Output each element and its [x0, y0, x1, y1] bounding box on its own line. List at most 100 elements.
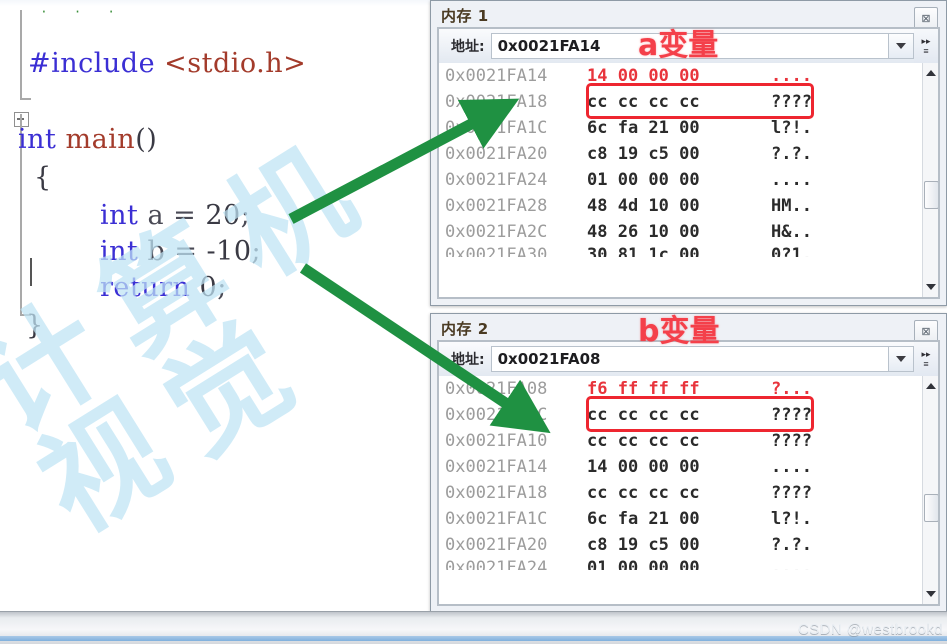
- memory-row[interactable]: 0x0021FA20 c8 19 c5 00?.?.: [439, 532, 922, 558]
- memory-row-address: 0x0021FA14: [445, 66, 548, 86]
- memory-row-ascii: 0?1.: [771, 245, 812, 257]
- memory-row-address: 0x0021FA2C: [445, 222, 548, 242]
- memory-row-address: 0x0021FA20: [445, 144, 548, 164]
- memory-window-1-body: 地址: 0x0021FA14 ▸▸ ≡ 0x0021FA14 14 00 00 0…: [437, 27, 940, 299]
- code-token: }: [26, 310, 44, 341]
- memory-row[interactable]: 0x0021FA30 30 81 1c 00 0?1.: [439, 245, 922, 257]
- memory-row-ascii: H&..: [771, 222, 812, 242]
- memory-row-ascii: ????: [771, 483, 812, 503]
- memory-row-address: 0x0021FA10: [445, 431, 548, 451]
- collapsed-region-dots: · · ·: [40, 4, 125, 19]
- memory-row-address: 0x0021FA30: [445, 245, 548, 257]
- memory-row[interactable]: 0x0021FA1C 6c fa 21 00 l?!.: [439, 115, 922, 141]
- memory-window-1-title: 内存 1: [441, 7, 489, 25]
- annotation-b-variable: b变量: [638, 314, 720, 349]
- code-line-decl-b: int b = -10;: [100, 236, 261, 267]
- memory-row-hex: c8 19 c5 00: [587, 535, 700, 555]
- memory-row-address: 0x0021FA28: [445, 196, 548, 216]
- memory-row-ascii: ????: [771, 431, 812, 451]
- memory-row[interactable]: 0x0021FA2C 48 26 10 00 H&..: [439, 219, 922, 245]
- memory-row-hex: 01 00 00 00: [587, 170, 700, 190]
- close-icon[interactable]: ⊠: [914, 320, 938, 342]
- memory-row-hex: cc cc cc cc: [587, 92, 700, 112]
- scrollbar-thumb[interactable]: [924, 181, 938, 209]
- memory-row-ascii: HM..: [771, 196, 812, 216]
- memory-row-hex: cc cc cc cc: [587, 483, 700, 503]
- code-editor-pane[interactable]: · · · #include <stdio.h> int main() { in…: [0, 0, 436, 612]
- memory-row-hex: c8 19 c5 00: [587, 144, 700, 164]
- memory-row-ascii: ....: [771, 170, 812, 190]
- code-token: {: [34, 162, 52, 193]
- close-icon[interactable]: ⊠: [914, 7, 938, 29]
- memory-row-hex: 14 00 00 00: [587, 66, 700, 86]
- memory-row[interactable]: 0x0021FA10 cc cc cc cc????: [439, 428, 922, 454]
- chevron-down-icon[interactable]: [888, 33, 914, 59]
- scroll-down-icon[interactable]: [923, 279, 938, 295]
- memory-row[interactable]: 0x0021FA24 01 00 00 00....: [439, 167, 922, 193]
- code-token: (): [135, 124, 158, 155]
- scroll-up-icon[interactable]: [923, 65, 938, 81]
- scrollbar-thumb[interactable]: [924, 494, 938, 522]
- memory-row-hex: cc cc cc cc: [587, 431, 700, 451]
- memory-row-address: 0x0021FA24: [445, 558, 548, 570]
- memory-row-ascii: ????: [771, 405, 812, 425]
- scroll-down-icon[interactable]: [923, 586, 938, 602]
- memory-row[interactable]: 0x0021FA28 48 4d 10 00 HM..: [439, 193, 922, 219]
- memory-row-address: 0x0021FA1C: [445, 509, 548, 529]
- scroll-up-icon[interactable]: [923, 378, 938, 394]
- memory-scrollbar-1[interactable]: [922, 63, 938, 297]
- memory-row-hex: 48 4d 10 00: [587, 196, 700, 216]
- hex-dump-grid-2[interactable]: 0x0021FA08 f6 ff ff ff?... 0x0021FA0C cc cc…: [439, 376, 922, 604]
- code-line-include: #include <stdio.h>: [28, 48, 306, 79]
- code-token: return: [100, 272, 200, 303]
- more-options-icon: ≡: [923, 46, 929, 56]
- memory-row-address: 0x0021FA1C: [445, 118, 548, 138]
- chevron-down-icon[interactable]: [888, 346, 914, 372]
- code-token: int: [18, 124, 66, 155]
- memory-row-hex: 14 00 00 00: [587, 457, 700, 477]
- memory-row-ascii: ?...: [771, 379, 812, 399]
- memory-window-2-body: 地址: 0x0021FA08 ▸▸ ≡ 0x0021FA08 f6 ff ff f…: [437, 340, 940, 606]
- memory-row-ascii: l?!.: [771, 118, 812, 138]
- code-token: a =: [147, 200, 206, 231]
- memory-row-address: 0x0021FA14: [445, 457, 548, 477]
- code-line-open-brace: {: [34, 162, 52, 193]
- memory-row[interactable]: 0x0021FA18 cc cc cc cc????: [439, 89, 922, 115]
- code-token: int: [100, 236, 148, 267]
- memory-row-address: 0x0021FA20: [445, 535, 548, 555]
- memory-view-options-icon[interactable]: ▸▸ ≡: [914, 342, 938, 376]
- address-label-1: 地址:: [451, 39, 485, 55]
- code-token: b =: [147, 236, 207, 267]
- memory-row-ascii: l?!.: [771, 509, 812, 529]
- memory-row-address: 0x0021FA0C: [445, 405, 548, 425]
- code-token: main: [65, 124, 136, 155]
- code-token: #include: [28, 48, 165, 79]
- memory-row-hex: 6c fa 21 00: [587, 509, 700, 529]
- hex-dump-grid-1[interactable]: 0x0021FA14 14 00 00 00.... 0x0021FA18 cc cc…: [439, 63, 922, 297]
- memory-row[interactable]: 0x0021FA1C 6c fa 21 00 l?!.: [439, 506, 922, 532]
- code-token: ;: [251, 236, 262, 267]
- code-token: ;: [240, 200, 251, 231]
- memory-row[interactable]: 0x0021FA24 01 00 00 00....: [439, 558, 922, 570]
- memory-window-2-title: 内存 2: [441, 320, 489, 338]
- status-bar: [0, 611, 947, 644]
- memory-row[interactable]: 0x0021FA0C cc cc cc cc????: [439, 402, 922, 428]
- memory-row[interactable]: 0x0021FA14 14 00 00 00....: [439, 63, 922, 89]
- memory-row-ascii: ....: [771, 66, 812, 86]
- more-options-icon: ≡: [923, 359, 929, 369]
- memory-row[interactable]: 0x0021FA14 14 00 00 00....: [439, 454, 922, 480]
- memory-row-ascii: ?.?.: [771, 144, 812, 164]
- memory-row-hex: f6 ff ff ff: [587, 379, 700, 399]
- memory-scrollbar-2[interactable]: [922, 376, 938, 604]
- memory-row[interactable]: 0x0021FA20 c8 19 c5 00?.?.: [439, 141, 922, 167]
- memory-row[interactable]: 0x0021FA08 f6 ff ff ff?...: [439, 376, 922, 402]
- code-line-decl-a: int a = 20;: [100, 200, 250, 231]
- code-line-close-brace: }: [26, 310, 44, 341]
- columns-icon: ▸▸: [921, 349, 931, 359]
- memory-window-2[interactable]: 内存 2 ⊠ 地址: 0x0021FA08 ▸▸ ≡ 0x0021FA08 f6 …: [430, 313, 947, 613]
- memory-row-hex: 6c fa 21 00: [587, 118, 700, 138]
- annotation-a-variable: a变量: [638, 28, 719, 63]
- memory-row[interactable]: 0x0021FA18 cc cc cc cc????: [439, 480, 922, 506]
- memory-view-options-icon[interactable]: ▸▸ ≡: [914, 29, 938, 63]
- memory-row-address: 0x0021FA24: [445, 170, 548, 190]
